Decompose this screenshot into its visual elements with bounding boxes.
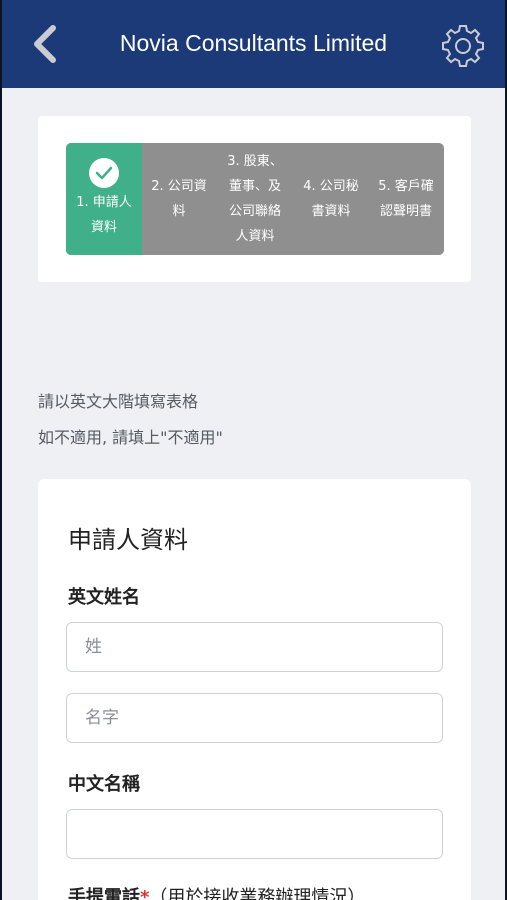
section-title: 申請人資料 [68,526,188,554]
form-instructions: 請以英文大階填寫表格 如不適用, 請填上"不適用" [38,384,223,456]
app-title: Novia Consultants Limited [119,30,388,56]
settings-button[interactable] [440,23,486,69]
progress-card: 1. 申請人 資料 2. 公司資 料 3. 股東、 董事、及 公司聯絡 人資料 … [38,116,471,282]
step-2-label: 2. 公司資 料 [151,179,207,219]
step-5-declaration[interactable]: 5. 客戶確 認聲明書 [368,143,444,255]
mobile-label: 手提電話*（用於接收業務辦理情況） [68,883,365,900]
required-marker: * [140,887,150,900]
step-5-label: 5. 客戶確 認聲明書 [378,179,434,219]
check-icon [89,158,119,188]
back-button[interactable] [24,22,64,66]
step-1-applicant[interactable]: 1. 申請人 資料 [66,143,142,255]
step-3-shareholders[interactable]: 3. 股東、 董事、及 公司聯絡 人資料 [216,143,294,255]
step-4-secretary[interactable]: 4. 公司秘 書資料 [294,143,368,255]
given-name-input[interactable] [66,693,443,743]
surname-input[interactable] [66,622,443,672]
step-2-company[interactable]: 2. 公司資 料 [142,143,216,255]
step-1-label: 1. 申請人 資料 [76,195,132,235]
mobile-label-text: 手提電話 [68,887,140,900]
app-header: Novia Consultants Limited [2,0,505,88]
step-3-label: 3. 股東、 董事、及 公司聯絡 人資料 [227,154,283,244]
english-name-label: 英文姓名 [68,587,140,608]
gear-icon [442,25,484,67]
chinese-name-label: 中文名稱 [68,774,140,795]
chinese-name-input[interactable] [66,809,443,859]
progress-steps: 1. 申請人 資料 2. 公司資 料 3. 股東、 董事、及 公司聯絡 人資料 … [66,143,444,255]
instruction-line-2: 如不適用, 請填上"不適用" [38,428,223,447]
app-screen: Novia Consultants Limited 1. 申請人 資料 2. 公… [2,0,505,900]
chevron-left-icon [34,25,56,63]
instruction-line-1: 請以英文大階填寫表格 [38,392,199,411]
step-4-label: 4. 公司秘 書資料 [303,179,359,219]
mobile-note: （用於接收業務辦理情況） [149,887,366,900]
applicant-form-card: 申請人資料 英文姓名 中文名稱 手提電話*（用於接收業務辦理情況） [38,479,471,900]
